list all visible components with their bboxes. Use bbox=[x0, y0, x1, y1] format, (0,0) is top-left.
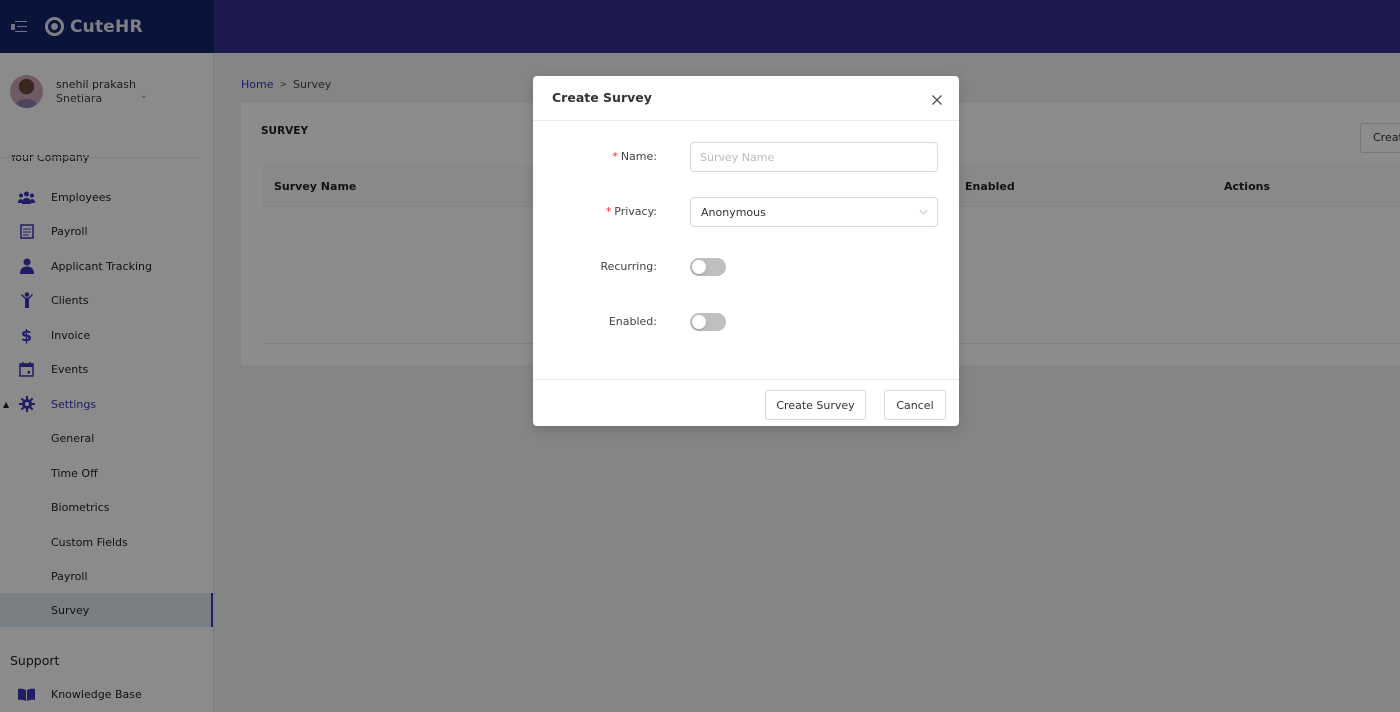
name-label: * Name: bbox=[612, 150, 657, 163]
form-row-enabled: Enabled: bbox=[533, 307, 959, 337]
recurring-toggle[interactable] bbox=[690, 258, 726, 276]
required-mark: * bbox=[605, 205, 612, 218]
recurring-label: Recurring: bbox=[600, 260, 657, 273]
enabled-toggle[interactable] bbox=[690, 313, 726, 331]
survey-name-input[interactable] bbox=[690, 142, 938, 172]
form-row-privacy: * Privacy: Anonymous bbox=[533, 197, 959, 227]
privacy-label: * Privacy: bbox=[605, 205, 657, 218]
chevron-down-icon bbox=[919, 206, 928, 215]
dialog-header: Create Survey bbox=[533, 76, 959, 121]
form-row-name: * Name: bbox=[533, 142, 959, 172]
create-survey-submit-button[interactable]: Create Survey bbox=[765, 390, 866, 420]
privacy-selected-value: Anonymous bbox=[701, 206, 766, 219]
form-row-recurring: Recurring: bbox=[533, 252, 959, 282]
close-icon[interactable] bbox=[929, 92, 945, 108]
create-survey-dialog: Create Survey *Name: *Privacy: Anonymous… bbox=[533, 76, 959, 426]
enabled-label: Enabled: bbox=[608, 315, 657, 328]
dialog-title: Create Survey bbox=[552, 90, 652, 105]
toggle-knob bbox=[692, 315, 706, 329]
required-mark: * bbox=[612, 150, 618, 163]
privacy-select[interactable]: Anonymous bbox=[690, 197, 938, 227]
cancel-button[interactable]: Cancel bbox=[884, 390, 946, 420]
dialog-footer: Create Survey Cancel bbox=[533, 379, 959, 426]
toggle-knob bbox=[692, 260, 706, 274]
